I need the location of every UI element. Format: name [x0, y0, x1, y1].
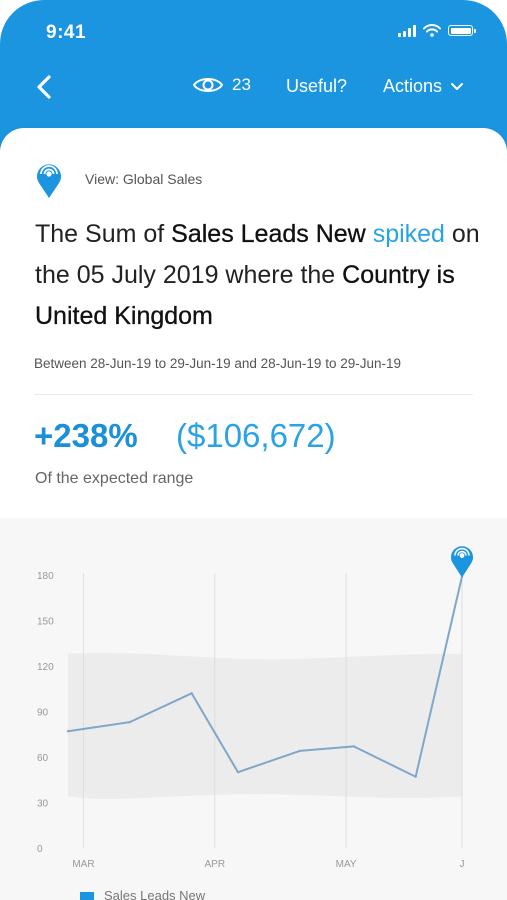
status-bar: 9:41	[0, 0, 507, 60]
x-tick-label: MAY	[336, 859, 357, 870]
y-tick-label: 180	[37, 571, 54, 582]
actions-menu[interactable]: Actions	[383, 76, 464, 97]
line-chart: 180 150 120 90 60 30 0 MAR APR MAY J Sales Leads N…	[0, 518, 507, 900]
status-time: 9:41	[46, 22, 87, 43]
data-point	[352, 745, 356, 748]
chevron-left-icon	[37, 75, 51, 99]
legend-swatch	[80, 891, 94, 900]
insight-headline: The Sum of Sales Leads New spiked on the…	[35, 214, 485, 337]
eye-icon	[192, 78, 224, 92]
headline-space	[366, 220, 373, 248]
data-point	[190, 692, 193, 695]
metric-caption: Of the expected range	[35, 470, 194, 487]
data-point	[128, 720, 132, 724]
insight-card: View: Global Sales The Sum of Sales Lead…	[0, 128, 507, 518]
expected-range-band	[68, 653, 462, 800]
useful-button[interactable]: Useful?	[286, 76, 347, 97]
nav-bar: 23 Useful? Actions	[0, 62, 507, 112]
y-tick-label: 120	[37, 662, 54, 673]
data-point	[236, 770, 240, 774]
status-icons	[398, 24, 476, 37]
views-count: 23	[232, 75, 251, 94]
signal-icon	[398, 24, 416, 37]
headline-text: The Sum of	[35, 220, 172, 248]
x-tick-label: APR	[205, 859, 226, 870]
phone-screen: 9:41 23 Useful? Actions View: Global Sal…	[0, 0, 507, 900]
y-tick-label: 90	[37, 708, 49, 719]
chevron-down-icon	[451, 82, 464, 90]
legend-label: Sales Leads New	[104, 888, 206, 900]
chart-legend: Sales Leads New	[80, 888, 205, 900]
view-label: View: Global Sales	[85, 171, 203, 187]
metric-percentage: +238%	[34, 417, 138, 454]
spike-pin-icon[interactable]	[451, 546, 473, 578]
views-counter[interactable]: 23	[192, 75, 251, 95]
date-range: Between 28-Jun-19 to 29-Jun-19 and 28-Ju…	[34, 356, 401, 371]
y-tick-label: 150	[37, 617, 54, 628]
headline-highlight: spiked	[372, 220, 445, 248]
data-point	[66, 730, 70, 733]
y-tick-label: 60	[37, 753, 49, 764]
x-tick-label: J	[460, 859, 465, 870]
headline-measure: Sales Leads New	[171, 220, 366, 248]
metric-value: ($106,672)	[176, 417, 336, 454]
data-point	[298, 749, 301, 753]
x-tick-label: MAR	[72, 859, 94, 870]
battery-icon	[448, 25, 476, 36]
wifi-icon	[423, 24, 441, 37]
data-point	[414, 775, 417, 778]
y-tick-label: 30	[37, 799, 49, 810]
chart-canvas: 180 150 120 90 60 30 0 MAR APR MAY J	[37, 546, 473, 870]
actions-label: Actions	[383, 76, 443, 96]
divider	[34, 394, 473, 395]
y-tick-label: 0	[37, 844, 43, 855]
back-button[interactable]	[32, 72, 60, 102]
location-pin-icon	[37, 164, 61, 198]
